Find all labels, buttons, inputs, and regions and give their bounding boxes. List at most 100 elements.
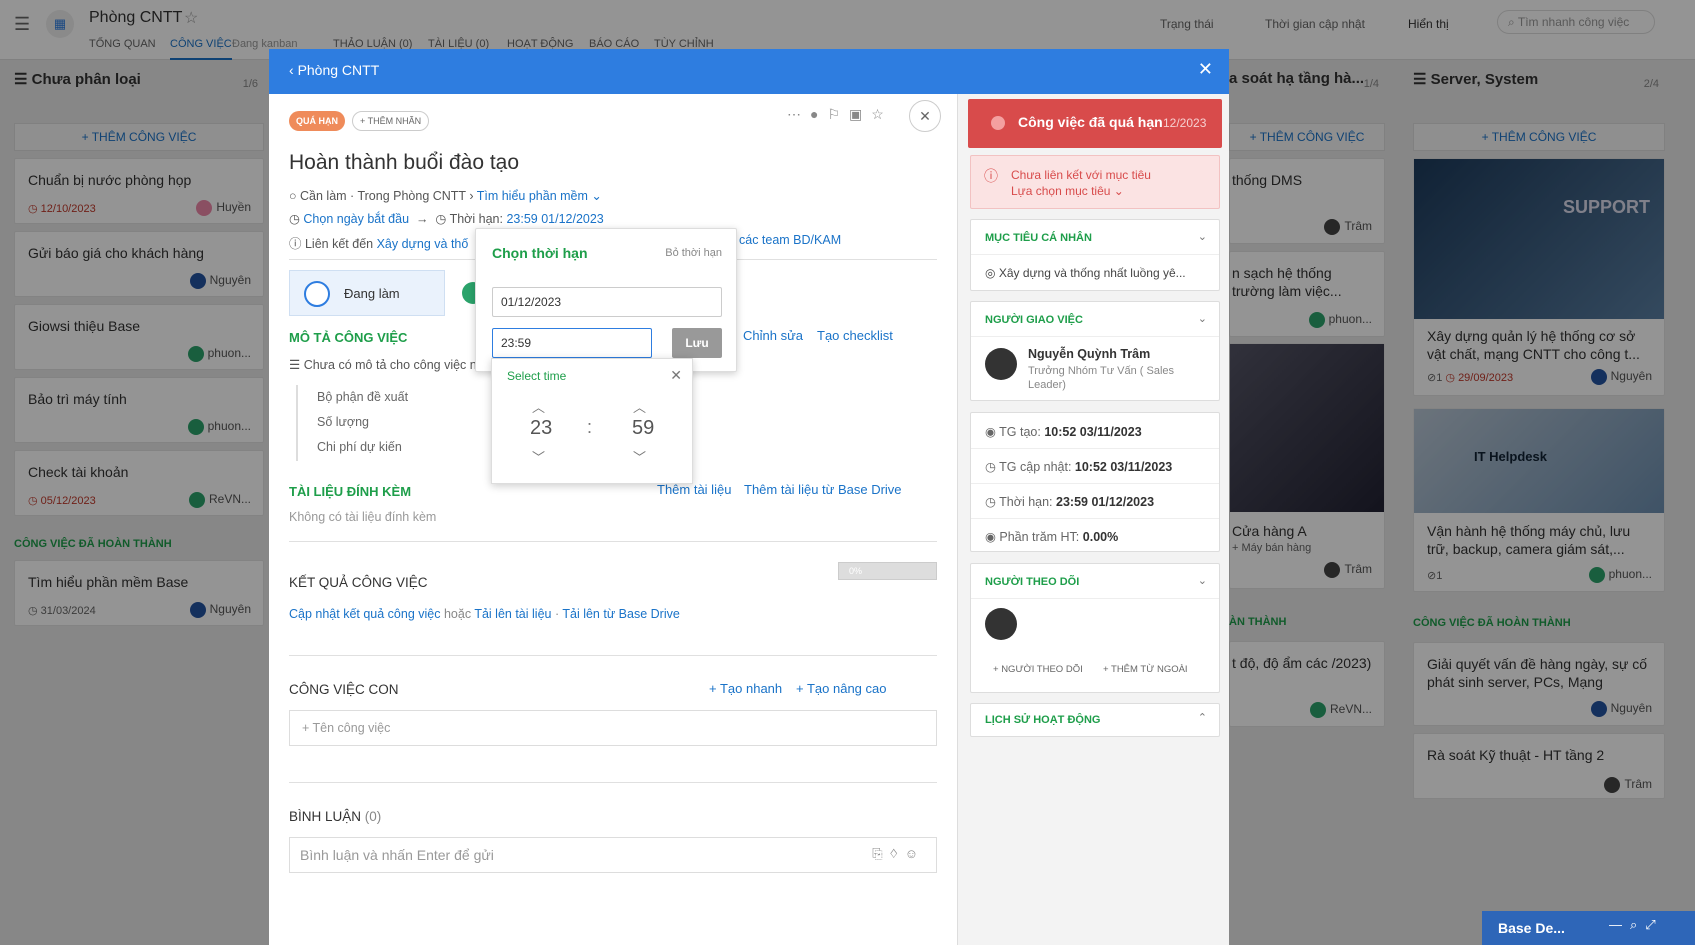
result-progress[interactable]: 0% bbox=[838, 562, 937, 580]
result-drive-link[interactable]: Tải lên từ Base Drive bbox=[562, 607, 679, 621]
task-status-text: Cần làm · Trong Phòng CNTT bbox=[300, 189, 466, 203]
close-task-button[interactable]: ✕ bbox=[909, 100, 941, 132]
search-icon[interactable]: ⌕ bbox=[1630, 917, 1645, 932]
attach-icon[interactable]: ⎘ bbox=[872, 846, 888, 861]
date-input[interactable]: 01/12/2023 bbox=[492, 287, 722, 317]
task-modal: ‹ Phòng CNTT ✕ QUÁ HẠN + THÊM NHÃN ⋯●⚐▣☆… bbox=[269, 49, 1229, 945]
custom-fields: Bộ phận đề xuất Số lượng Chi phí dự kiến bbox=[296, 385, 408, 461]
overdue-date: 12/2023 bbox=[1163, 116, 1207, 130]
task-meta: ○ Cần làm · Trong Phòng CNTT › Tìm hiểu … bbox=[289, 189, 602, 203]
personal-goal-title: MỤC TIÊU CÁ NHÂN bbox=[985, 232, 1092, 244]
desc-edit-link[interactable]: Chỉnh sửa bbox=[743, 328, 803, 343]
avatar bbox=[985, 608, 1017, 640]
subtask-input[interactable]: + Tên công việc bbox=[289, 710, 937, 746]
result-progress-label: 0% bbox=[849, 566, 863, 576]
add-external-button[interactable]: + THÊM TỪ NGOÀI bbox=[1103, 664, 1188, 675]
assigner-name: Nguyễn Quỳnh Trâm bbox=[1028, 347, 1151, 361]
chevron-up-icon[interactable]: ⌃ bbox=[1198, 711, 1207, 724]
updated-row: ◷ TG cập nhật: 10:52 03/11/2023 bbox=[985, 460, 1173, 474]
expand-icon[interactable]: ⤢ bbox=[1645, 917, 1663, 932]
toolbar-icons: ⋯●⚐▣☆ bbox=[787, 106, 893, 123]
star-icon[interactable]: ☆ bbox=[871, 106, 893, 122]
subtask-quick-link[interactable]: + Tạo nhanh bbox=[709, 681, 782, 696]
personal-goal-item[interactable]: ◎ Xây dựng và thống nhất luồng yê... bbox=[985, 266, 1186, 280]
back-button[interactable]: ‹ Phòng CNTT bbox=[289, 62, 379, 78]
field-cost[interactable]: Chi phí dự kiến bbox=[317, 435, 408, 460]
field-quantity[interactable]: Số lượng bbox=[317, 410, 408, 435]
goal-warning: ⓘ Chưa liên kết với mục tiêu Lựa chọn mụ… bbox=[970, 155, 1220, 209]
start-date-link[interactable]: Chọn ngày bắt đầu bbox=[303, 212, 409, 226]
desc-empty: ☰ Chưa có mô tả cho công việc nà bbox=[289, 358, 484, 372]
chat-label: Base De... bbox=[1498, 920, 1565, 936]
task-title[interactable]: Hoàn thành buổi đào tạo bbox=[289, 151, 519, 175]
followers-title: NGƯỜI THEO DÕI bbox=[985, 576, 1080, 588]
linked-goal-tail[interactable]: các team BD/KAM bbox=[739, 233, 841, 247]
deadline-popup: Chọn thời hạn Bỏ thời hạn 01/12/2023 23:… bbox=[475, 228, 737, 372]
priority-icon[interactable]: ● bbox=[810, 106, 827, 122]
attach-empty: Không có tài liệu đính kèm bbox=[289, 510, 437, 524]
subtask-advanced-link[interactable]: + Tạo nâng cao bbox=[796, 681, 886, 696]
minute-up-icon[interactable]: ︿ bbox=[633, 397, 646, 416]
attach-drive-link[interactable]: Thêm tài liệu từ Base Drive bbox=[744, 482, 902, 497]
hour-up-icon[interactable]: ︿ bbox=[532, 397, 545, 416]
clear-deadline-link[interactable]: Bỏ thời hạn bbox=[665, 247, 722, 259]
parent-link[interactable]: Tìm hiểu phần mềm bbox=[477, 189, 588, 203]
modal-header-title: Phòng CNTT bbox=[297, 62, 380, 78]
hour-value[interactable]: 23 bbox=[530, 417, 552, 440]
task-sidebar: Công việc đã quá hạn 12/2023 ⓘ Chưa liên… bbox=[957, 94, 1229, 945]
minute-down-icon[interactable]: ﹀ bbox=[633, 447, 646, 466]
time-separator: : bbox=[587, 417, 593, 437]
goal-warning-text: Chưa liên kết với mục tiêu bbox=[1011, 168, 1151, 182]
warning-icon: ⓘ bbox=[984, 168, 998, 184]
time-input[interactable]: 23:59 bbox=[492, 328, 652, 358]
calendar-icon[interactable]: ▣ bbox=[849, 106, 871, 122]
chat-widget[interactable]: Base De... —⌕⤢ bbox=[1482, 911, 1695, 945]
add-label-button[interactable]: + THÊM NHÃN bbox=[352, 111, 430, 131]
close-icon[interactable]: ✕ bbox=[670, 367, 682, 384]
chevron-down-icon[interactable]: ⌄ bbox=[1198, 230, 1207, 243]
comment-icons: ⎘♢☺ bbox=[872, 846, 924, 862]
subtask-title: CÔNG VIỆC CON bbox=[289, 682, 399, 697]
chevron-down-icon[interactable]: ⌄ bbox=[1198, 574, 1207, 587]
desc-checklist-link[interactable]: Tạo checklist bbox=[817, 328, 893, 343]
time-picker-title: Select time bbox=[507, 369, 567, 383]
assigner-role: Trưởng Nhóm Tư Vấn ( Sales Leader) bbox=[1028, 365, 1175, 391]
alert-icon bbox=[991, 116, 1005, 130]
more-icon[interactable]: ⋯ bbox=[787, 106, 810, 122]
result-update-link[interactable]: Cập nhật kết quả công việc bbox=[289, 607, 441, 621]
minute-value[interactable]: 59 bbox=[632, 417, 654, 440]
history-panel[interactable]: LỊCH SỬ HOẠT ĐỘNG ⌃ bbox=[970, 703, 1220, 737]
deadline-label: Thời hạn: bbox=[449, 212, 503, 226]
chevron-down-icon[interactable]: ⌄ bbox=[1198, 312, 1207, 325]
bookmark-icon[interactable]: ⚐ bbox=[827, 106, 849, 122]
desc-title: MÔ TẢ CÔNG VIỆC bbox=[289, 330, 408, 345]
overdue-badge: QUÁ HẠN bbox=[289, 111, 345, 131]
comment-input[interactable]: Bình luận và nhấn Enter để gửi ⎘♢☺ bbox=[289, 837, 937, 873]
assigner-panel: NGƯỜI GIAO VIỆC ⌄ Nguyễn Quỳnh Trâm Trưởn… bbox=[970, 301, 1220, 401]
minimize-icon[interactable]: — bbox=[1609, 917, 1630, 932]
hour-down-icon[interactable]: ﹀ bbox=[532, 447, 545, 466]
time-picker: Select time ✕ ︿ 23 ﹀ : ︿ 59 ﹀ bbox=[491, 358, 693, 484]
created-row: ◉ TG tạo: 10:52 03/11/2023 bbox=[985, 425, 1142, 439]
linked-goal[interactable]: Xây dựng và thố bbox=[377, 237, 469, 251]
due-row: ◷ Thời hạn: 23:59 01/12/2023 bbox=[985, 495, 1155, 509]
close-icon[interactable]: ✕ bbox=[1198, 59, 1213, 80]
avatar bbox=[985, 348, 1017, 380]
personal-goal-panel: MỤC TIÊU CÁ NHÂN ⌄ ◎ Xây dựng và thống nh… bbox=[970, 219, 1220, 291]
status-button[interactable]: Đang làm bbox=[289, 270, 445, 316]
goal-pick-link[interactable]: Lựa chọn mục tiêu ⌄ bbox=[1011, 184, 1124, 198]
assigner-title: NGƯỜI GIAO VIỆC bbox=[985, 314, 1083, 326]
task-detail: QUÁ HẠN + THÊM NHÃN ⋯●⚐▣☆ ✕ Hoàn thành b… bbox=[269, 94, 957, 945]
overdue-text: Công việc đã quá hạn bbox=[1018, 114, 1163, 130]
field-department[interactable]: Bộ phận đề xuất bbox=[317, 385, 408, 410]
result-upload-link[interactable]: Tải lên tài liệu bbox=[474, 607, 551, 621]
attach-add-link[interactable]: Thêm tài liệu bbox=[657, 482, 731, 497]
emoji-icon[interactable]: ☺ bbox=[905, 846, 924, 861]
divider bbox=[289, 541, 937, 542]
deadline-link[interactable]: 23:59 01/12/2023 bbox=[506, 212, 603, 226]
popup-title: Chọn thời hạn bbox=[492, 245, 588, 261]
save-button[interactable]: Lưu bbox=[672, 328, 722, 358]
idea-icon[interactable]: ♢ bbox=[889, 846, 905, 861]
followers-panel: NGƯỜI THEO DÕI ⌄ + NGƯỜI THEO DÕI + THÊM … bbox=[970, 563, 1220, 693]
add-follower-button[interactable]: + NGƯỜI THEO DÕI bbox=[993, 664, 1083, 675]
